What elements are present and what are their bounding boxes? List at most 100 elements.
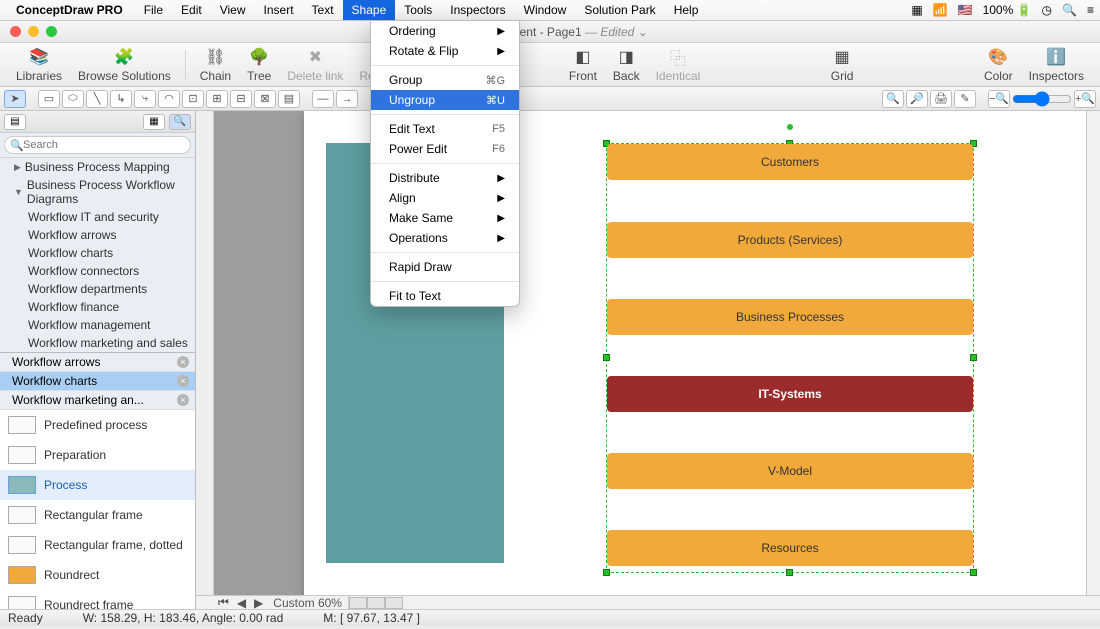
- canvas-shape[interactable]: Customers: [607, 144, 973, 180]
- spotlight-icon[interactable]: 🔍: [1062, 3, 1077, 17]
- clock-icon[interactable]: ◷: [1042, 3, 1052, 17]
- tree-child[interactable]: Workflow IT and security: [0, 208, 195, 226]
- resize-handle-bm[interactable]: [786, 569, 793, 576]
- zoom-plus[interactable]: +🔍: [1074, 90, 1096, 108]
- shape-menu-dropdown[interactable]: Ordering▶Rotate & Flip▶Group⌘GUngroup⌘UE…: [370, 20, 520, 307]
- sidebar-tab-libraries[interactable]: ▤: [4, 114, 26, 130]
- open-library-row[interactable]: Workflow marketing an...×: [0, 391, 195, 410]
- zoom-out-tool[interactable]: 🔎: [906, 90, 928, 108]
- zoom-window-button[interactable]: [46, 26, 57, 37]
- smart-connector-tool[interactable]: ⤷: [134, 90, 156, 108]
- close-library-icon[interactable]: ×: [177, 356, 189, 368]
- resize-handle-mr[interactable]: [970, 354, 977, 361]
- dropbox-icon[interactable]: ▦: [911, 3, 922, 17]
- canvas-shape[interactable]: Business Processes: [607, 299, 973, 335]
- tool-b[interactable]: ⊞: [206, 90, 228, 108]
- menuitem-ungroup[interactable]: Ungroup⌘U: [371, 90, 519, 110]
- page-nav-first[interactable]: ⏮: [214, 595, 233, 609]
- minimize-window-button[interactable]: [28, 26, 39, 37]
- library-search-input[interactable]: [4, 136, 191, 154]
- shape-palette-item[interactable]: Process: [0, 470, 195, 500]
- menu-list-icon[interactable]: ≡: [1087, 3, 1094, 17]
- shape-palette-item[interactable]: Roundrect frame: [0, 590, 195, 609]
- shape-palette-item[interactable]: Predefined process: [0, 410, 195, 440]
- sidebar-tab-grid[interactable]: ▦: [143, 114, 165, 130]
- back-button[interactable]: ◨Back: [605, 45, 648, 85]
- arrow-style-tool[interactable]: →: [336, 90, 358, 108]
- shape-palette-item[interactable]: Rectangular frame: [0, 500, 195, 530]
- line-tool[interactable]: ╲: [86, 90, 108, 108]
- rect-tool[interactable]: ▭: [38, 90, 60, 108]
- shape-palette-item[interactable]: Roundrect: [0, 560, 195, 590]
- menuitem-power-edit[interactable]: Power EditF6: [371, 139, 519, 159]
- arc-tool[interactable]: ◠: [158, 90, 180, 108]
- menu-help[interactable]: Help: [665, 0, 708, 20]
- selected-group[interactable]: Customers Products (Services) Business Pro…: [606, 143, 974, 573]
- tool-e[interactable]: ▤: [278, 90, 300, 108]
- zoom-in-tool[interactable]: 🔍: [882, 90, 904, 108]
- flag-icon[interactable]: 🇺🇸: [958, 3, 973, 17]
- canvas-shape[interactable]: Resources: [607, 530, 973, 566]
- tree-node[interactable]: ▶Business Process Mapping: [0, 158, 195, 176]
- chain-button[interactable]: ⛓Chain: [192, 45, 239, 85]
- menu-file[interactable]: File: [135, 0, 172, 20]
- open-library-row[interactable]: Workflow arrows×: [0, 353, 195, 372]
- battery-status[interactable]: 100% 🔋: [983, 3, 1032, 17]
- edit-tool[interactable]: ✎: [954, 90, 976, 108]
- menu-view[interactable]: View: [211, 0, 255, 20]
- shape-palette-item[interactable]: Rectangular frame, dotted: [0, 530, 195, 560]
- menuitem-rapid-draw[interactable]: Rapid Draw: [371, 257, 519, 277]
- sidebar-tab-search[interactable]: 🔍: [169, 114, 191, 130]
- page-tab-3[interactable]: [385, 597, 403, 609]
- menuitem-operations[interactable]: Operations▶: [371, 228, 519, 248]
- ellipse-tool[interactable]: ⬭: [62, 90, 84, 108]
- close-library-icon[interactable]: ×: [177, 394, 189, 406]
- resize-handle-bl[interactable]: [603, 569, 610, 576]
- canvas-shape[interactable]: Products (Services): [607, 222, 973, 258]
- menuitem-ordering[interactable]: Ordering▶: [371, 21, 519, 41]
- identical-button[interactable]: ⿻Identical: [648, 45, 709, 85]
- page-nav-prev[interactable]: ◀: [233, 596, 250, 610]
- tool-d[interactable]: ⊠: [254, 90, 276, 108]
- tree-child[interactable]: Workflow management: [0, 316, 195, 334]
- connector-tool[interactable]: ↳: [110, 90, 132, 108]
- menu-solution-park[interactable]: Solution Park: [575, 0, 664, 20]
- menu-window[interactable]: Window: [515, 0, 576, 20]
- wifi-icon[interactable]: 📶: [933, 3, 948, 17]
- menuitem-align[interactable]: Align▶: [371, 188, 519, 208]
- menu-insert[interactable]: Insert: [255, 0, 303, 20]
- resize-handle-ml[interactable]: [603, 354, 610, 361]
- menuitem-rotate-&-flip[interactable]: Rotate & Flip▶: [371, 41, 519, 61]
- browse-solutions-button[interactable]: 🧩Browse Solutions: [70, 45, 179, 85]
- tree-child[interactable]: Workflow finance: [0, 298, 195, 316]
- tree-button[interactable]: 🌳Tree: [239, 45, 279, 85]
- canvas[interactable]: Customers Products (Services) Business Pro…: [196, 111, 1100, 609]
- rotation-handle[interactable]: [787, 124, 793, 130]
- libraries-button[interactable]: 📚Libraries: [8, 45, 70, 85]
- menu-text[interactable]: Text: [303, 0, 343, 20]
- shape-palette[interactable]: Predefined processPreparationProcessRect…: [0, 410, 195, 609]
- tree-child[interactable]: Workflow connectors: [0, 262, 195, 280]
- menuitem-distribute[interactable]: Distribute▶: [371, 168, 519, 188]
- pointer-tool[interactable]: ➤: [4, 90, 26, 108]
- tool-a[interactable]: ⊡: [182, 90, 204, 108]
- menuitem-make-same[interactable]: Make Same▶: [371, 208, 519, 228]
- app-name[interactable]: ConceptDraw PRO: [16, 3, 123, 17]
- tree-child[interactable]: Workflow arrows: [0, 226, 195, 244]
- front-button[interactable]: ◧Front: [561, 45, 605, 85]
- tree-child[interactable]: Workflow departments: [0, 280, 195, 298]
- resize-handle-br[interactable]: [970, 569, 977, 576]
- grid-button[interactable]: ▦Grid: [823, 45, 862, 85]
- close-library-icon[interactable]: ×: [177, 375, 189, 387]
- shape-palette-item[interactable]: Preparation: [0, 440, 195, 470]
- tool-c[interactable]: ⊟: [230, 90, 252, 108]
- menu-tools[interactable]: Tools: [395, 0, 441, 20]
- open-library-row[interactable]: Workflow charts×: [0, 372, 195, 391]
- canvas-shape[interactable]: IT-Systems: [607, 376, 973, 412]
- library-tree[interactable]: ▶Business Process Mapping▼Business Proce…: [0, 158, 195, 352]
- close-window-button[interactable]: [10, 26, 21, 37]
- menu-shape[interactable]: Shape: [343, 0, 396, 20]
- tree-child[interactable]: Workflow charts: [0, 244, 195, 262]
- menuitem-edit-text[interactable]: Edit TextF5: [371, 119, 519, 139]
- vertical-scrollbar[interactable]: [1086, 111, 1100, 609]
